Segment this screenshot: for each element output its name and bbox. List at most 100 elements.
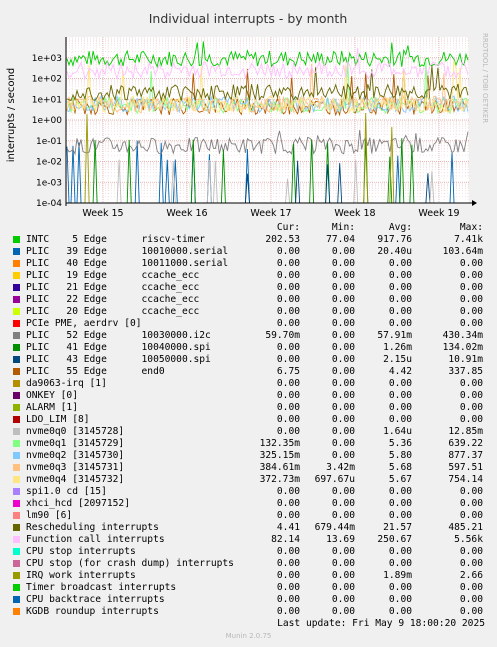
legend-series-name: PLIC 40 Edge 10011000.serial <box>26 258 229 269</box>
legend-row: PCIe PME, aerdrv [0] 0.00 0.00 0.00 0.00 <box>0 318 497 330</box>
legend-series-name: lm90 [6] <box>26 510 73 521</box>
legend-series-name: IRQ work interrupts <box>26 570 136 581</box>
legend-swatch <box>13 608 20 615</box>
legend-swatch <box>13 368 20 375</box>
legend-swatch <box>13 488 20 495</box>
legend-row: PLIC 52 Edge 10030000.i2c 59.70m 0.00 57.91… <box>0 330 497 342</box>
legend-series-name: PLIC 55 Edge end0 <box>26 366 165 377</box>
legend-max-value: 0.00 <box>459 402 483 413</box>
legend-row: nvme0q2 [3145730] 325.15m 0.00 5.80 877.37 <box>0 450 497 462</box>
legend-header-max: Max: <box>459 222 483 233</box>
legend-swatch <box>13 296 20 303</box>
legend-row: PLIC 20 Edge ccache_ecc 0.00 0.00 0.00 0.00 <box>0 306 497 318</box>
legend-series-name: xhci_hcd [2097152] <box>26 498 130 509</box>
legend-avg-value: 5.80 <box>388 450 412 461</box>
legend-series-name: CPU stop (for crash dump) interrupts <box>26 558 234 569</box>
legend-avg-value: 21.57 <box>383 522 412 533</box>
legend-series-name: nvme0q4 [3145732] <box>26 474 125 485</box>
legend-swatch <box>13 440 20 447</box>
legend-row: lm90 [6] 0.00 0.00 0.00 0.00 <box>0 510 497 522</box>
legend-max-value: 134.02m <box>442 342 483 353</box>
legend-swatch <box>13 284 20 291</box>
legend-series-name: LDO_LIM [8] <box>26 414 90 425</box>
legend-swatch <box>13 560 20 567</box>
legend-max-value: 0.00 <box>459 498 483 509</box>
legend-swatch <box>13 452 20 459</box>
legend-max-value: 0.00 <box>459 318 483 329</box>
legend-series-name: ONKEY [0] <box>26 390 78 401</box>
legend-swatch <box>13 572 20 579</box>
legend-max-value: 0.00 <box>459 510 483 521</box>
legend-max-value: 0.00 <box>459 414 483 425</box>
legend-swatch <box>13 512 20 519</box>
legend-series-name: PLIC 41 Edge 10040000.spi <box>26 342 211 353</box>
legend-max-value: 2.66 <box>459 570 483 581</box>
legend-avg-value: 2.15u <box>383 354 412 365</box>
legend-max-value: 0.00 <box>459 594 483 605</box>
legend-row: PLIC 19 Edge ccache_ecc 0.00 0.00 0.00 0.00 <box>0 270 497 282</box>
legend-avg-value: 0.00 <box>388 510 412 521</box>
legend-series-name: PLIC 19 Edge ccache_ecc <box>26 270 200 281</box>
legend-swatch <box>13 536 20 543</box>
legend-row: PLIC 22 Edge ccache_ecc 0.00 0.00 0.00 0.00 <box>0 294 497 306</box>
legend-row: da9063-irq [1] 0.00 0.00 0.00 0.00 <box>0 378 497 390</box>
legend-swatch <box>13 260 20 267</box>
legend-swatch <box>13 428 20 435</box>
legend-avg-value: 5.67 <box>388 474 412 485</box>
legend-avg-value: 0.00 <box>388 270 412 281</box>
legend-max-value: 0.00 <box>459 282 483 293</box>
legend-header-avg: Avg: <box>388 222 412 233</box>
legend-avg-value: 20.40u <box>377 246 412 257</box>
legend-avg-value: 0.00 <box>388 606 412 617</box>
legend-swatch <box>13 548 20 555</box>
legend-avg-value: 1.64u <box>383 426 412 437</box>
legend-max-value: 877.37 <box>448 450 483 461</box>
legend-row: PLIC 43 Edge 10050000.spi 0.00 0.00 2.15u 10… <box>0 354 497 366</box>
legend-avg-value: 0.00 <box>388 402 412 413</box>
legend-series-name: CPU stop interrupts <box>26 546 136 557</box>
legend-max-value: 0.00 <box>459 306 483 317</box>
legend-swatch <box>13 476 20 483</box>
legend-avg-value: 5.68 <box>388 462 412 473</box>
legend-series-name: spi1.0 cd [15] <box>26 486 107 497</box>
legend-max-value: 0.00 <box>459 546 483 557</box>
legend-avg-value: 0.00 <box>388 282 412 293</box>
legend-swatch <box>13 404 20 411</box>
legend-row: CPU stop (for crash dump) interrupts 0.00… <box>0 558 497 570</box>
legend-series-name: Rescheduling interrupts <box>26 522 159 533</box>
legend-avg-value: 1.26m <box>383 342 412 353</box>
legend-series-name: PLIC 22 Edge ccache_ecc <box>26 294 200 305</box>
legend-series-name: PLIC 43 Edge 10050000.spi <box>26 354 211 365</box>
legend-avg-value: 250.67 <box>377 534 412 545</box>
legend-series-name: nvme0q1 [3145729] <box>26 438 125 449</box>
legend-row: PLIC 39 Edge 10010000.serial 0.00 0.00 20.4… <box>0 246 497 258</box>
legend-row: KGDB roundup interrupts 0.00 0.00 0.00 0.00 <box>0 606 497 618</box>
legend-avg-value: 0.00 <box>388 378 412 389</box>
legend-avg-value: 1.89m <box>383 570 412 581</box>
legend-series-name: nvme0q3 [3145731] <box>26 462 125 473</box>
legend-avg-value: 0.00 <box>388 414 412 425</box>
legend-avg-value: 0.00 <box>388 582 412 593</box>
legend-row: xhci_hcd [2097152] 0.00 0.00 0.00 0.00 <box>0 498 497 510</box>
legend-row: CPU stop interrupts 0.00 0.00 0.00 0.00 <box>0 546 497 558</box>
legend-series-name: PLIC 52 Edge 10030000.i2c <box>26 330 211 341</box>
legend-swatch <box>13 500 20 507</box>
legend-row: Function call interrupts 82.14 13.69 250.67… <box>0 534 497 546</box>
legend-max-value: 597.51 <box>448 462 483 473</box>
legend-series-name: KGDB roundup interrupts <box>26 606 159 617</box>
legend-avg-value: 0.00 <box>388 390 412 401</box>
legend-max-value: 103.64m <box>442 246 483 257</box>
legend-row: Timer broadcast interrupts 0.00 0.00 0.00 0.… <box>0 582 497 594</box>
legend-row: nvme0q1 [3145729] 132.35m 0.00 5.36 639.22 <box>0 438 497 450</box>
legend-swatch <box>13 392 20 399</box>
legend-swatch <box>13 380 20 387</box>
legend-series-name: ALARM [1] <box>26 402 78 413</box>
legend-avg-value: 0.00 <box>388 546 412 557</box>
munin-version: Munin 2.0.75 <box>225 632 272 640</box>
legend-row: nvme0q0 [3145728] 0.00 0.00 1.64u 12.85m <box>0 426 497 438</box>
legend-max-value: 0.00 <box>459 582 483 593</box>
legend-max-value: 0.00 <box>459 378 483 389</box>
legend-swatch <box>13 320 20 327</box>
legend-max-value: 5.56k <box>454 534 483 545</box>
legend-max-value: 0.00 <box>459 390 483 401</box>
